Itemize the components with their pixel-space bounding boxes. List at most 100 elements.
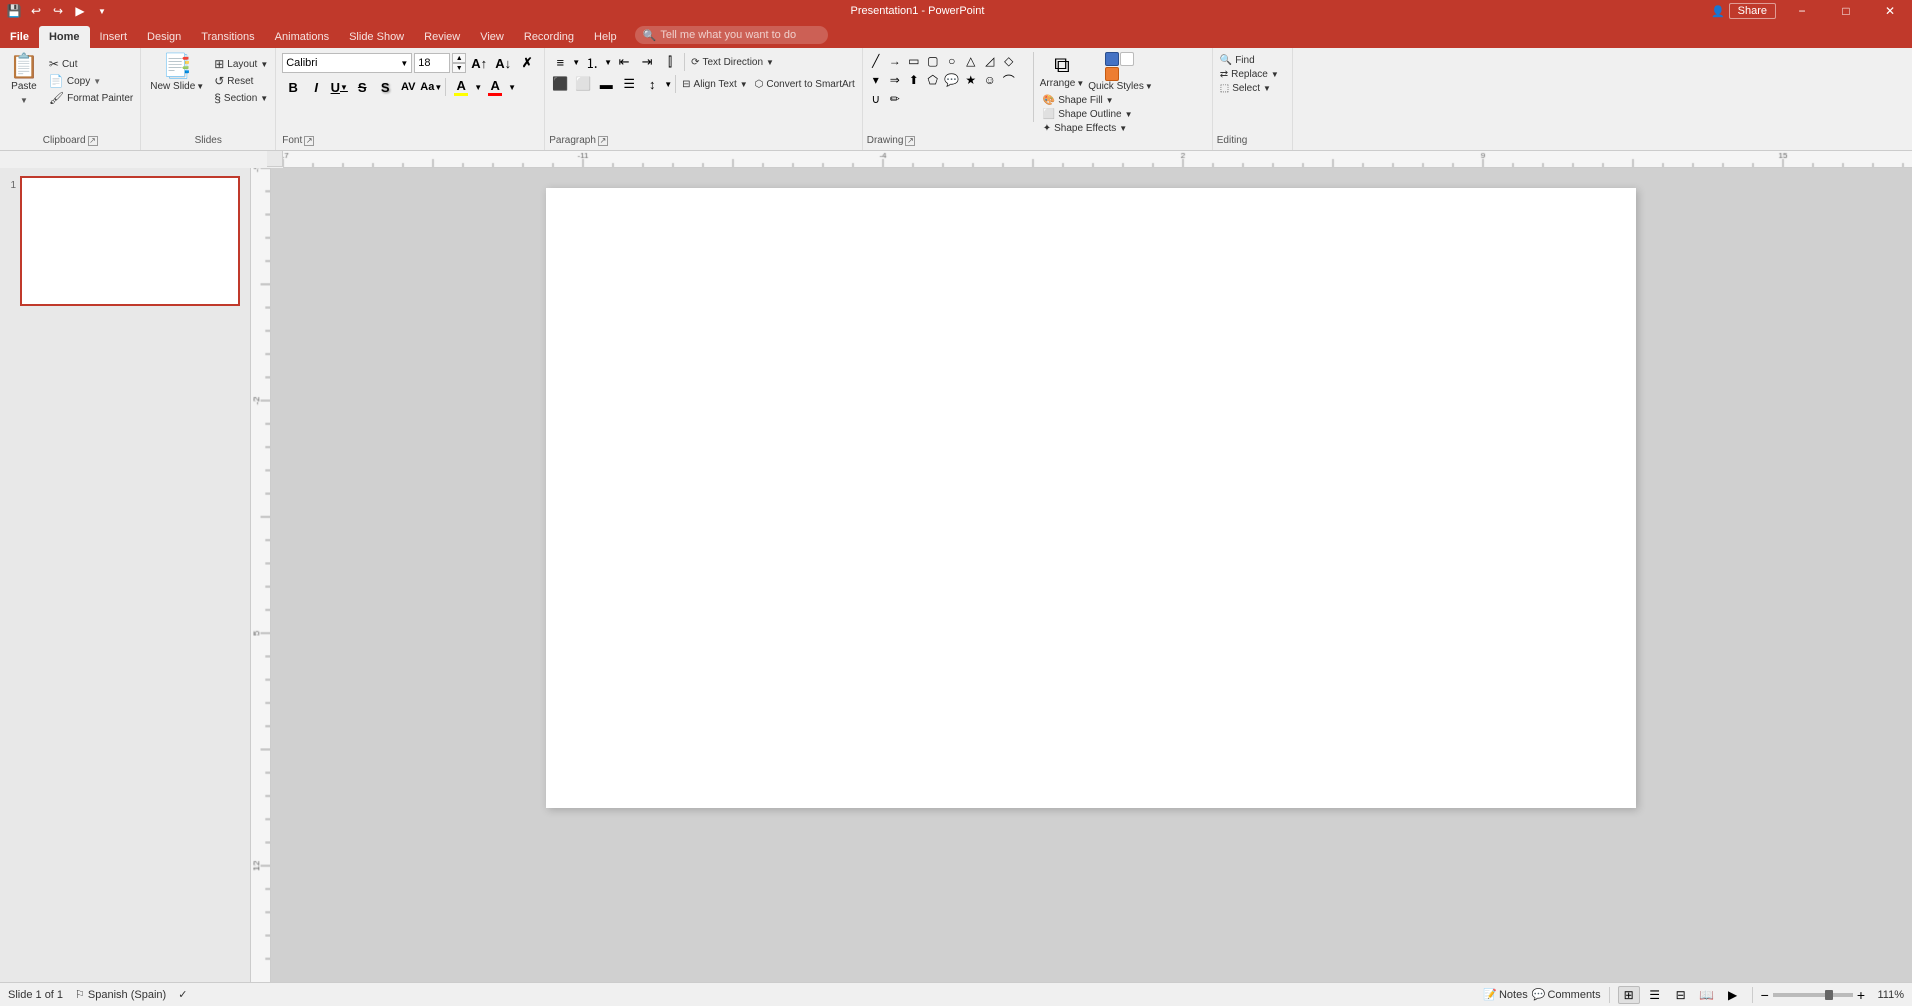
connector-button[interactable]: ⌒ bbox=[1000, 71, 1018, 89]
change-case-button[interactable]: Aa▼ bbox=[420, 76, 442, 98]
arrow-shape-button[interactable]: → bbox=[886, 52, 904, 70]
font-size-input[interactable]: 18 bbox=[414, 53, 450, 73]
numbering-button[interactable]: ⒈ bbox=[581, 52, 603, 72]
zoom-in-button[interactable]: + bbox=[1857, 987, 1865, 1003]
tab-help[interactable]: Help bbox=[584, 26, 627, 48]
underline-dropdown[interactable]: ▼ bbox=[340, 83, 348, 92]
redo-button[interactable]: ↪ bbox=[48, 2, 68, 20]
shape-outline-dropdown[interactable]: ▼ bbox=[1125, 110, 1133, 119]
replace-dropdown[interactable]: ▼ bbox=[1271, 70, 1279, 79]
undo-button[interactable]: ↩ bbox=[26, 2, 46, 20]
find-button[interactable]: 🔍 Find bbox=[1217, 54, 1288, 67]
shape-effects-button[interactable]: ✦ Shape Effects ▼ bbox=[1040, 122, 1208, 135]
rounded-rect-shape-button[interactable]: ▢ bbox=[924, 52, 942, 70]
font-size-increase-button[interactable]: ▲ bbox=[452, 53, 466, 63]
smiley-button[interactable]: ☺ bbox=[981, 71, 999, 89]
bullets-button[interactable]: ≡ bbox=[549, 52, 571, 72]
font-color-button[interactable]: A bbox=[483, 76, 507, 98]
outline-view-button[interactable]: ☰ bbox=[1644, 986, 1666, 1004]
cut-button[interactable]: ✂ Cut bbox=[46, 56, 136, 72]
share-button[interactable]: Share bbox=[1729, 3, 1776, 19]
copy-button[interactable]: 📄 Copy ▼ bbox=[46, 73, 136, 89]
bold-button[interactable]: B bbox=[282, 76, 304, 98]
comments-button[interactable]: 💬 Comments bbox=[1532, 988, 1601, 1001]
arrange-button[interactable]: ⧉ Arrange ▼ bbox=[1040, 52, 1085, 89]
clipboard-expand[interactable]: ↗ bbox=[88, 136, 98, 146]
quick-styles-dropdown[interactable]: ▼ bbox=[1145, 82, 1153, 91]
rect-shape-button[interactable]: ▭ bbox=[905, 52, 923, 70]
bullets-dropdown[interactable]: ▼ bbox=[572, 58, 580, 67]
convert-smartart-button[interactable]: ⬡ Convert to SmartArt bbox=[752, 78, 858, 91]
arc-button[interactable]: ∪ bbox=[867, 90, 885, 108]
font-name-dropdown[interactable]: ▼ bbox=[400, 59, 408, 68]
new-slide-dropdown[interactable]: ▼ bbox=[196, 82, 204, 91]
text-dir-dropdown[interactable]: ▼ bbox=[766, 58, 774, 67]
slideshow-view-button[interactable]: ▶ bbox=[1722, 986, 1744, 1004]
save-button[interactable]: 💾 bbox=[4, 2, 24, 20]
font-color-dropdown[interactable]: ▼ bbox=[508, 83, 516, 92]
tab-animations[interactable]: Animations bbox=[265, 26, 339, 48]
columns-button[interactable]: ⫿ bbox=[659, 52, 681, 72]
align-center-button[interactable]: ⬜ bbox=[572, 74, 594, 94]
oval-shape-button[interactable]: ○ bbox=[943, 52, 961, 70]
align-right-button[interactable]: ▬ bbox=[595, 74, 617, 94]
decrease-font-button[interactable]: A↓ bbox=[492, 52, 514, 74]
tab-design[interactable]: Design bbox=[137, 26, 191, 48]
pentagon-button[interactable]: ⬠ bbox=[924, 71, 942, 89]
align-text-button[interactable]: ⊟ Align Text ▼ bbox=[679, 78, 751, 91]
zoom-slider[interactable] bbox=[1773, 993, 1853, 997]
replace-button[interactable]: ⇄ Replace ▼ bbox=[1217, 68, 1288, 81]
increase-font-button[interactable]: A↑ bbox=[468, 52, 490, 74]
shape-effects-dropdown[interactable]: ▼ bbox=[1119, 124, 1127, 133]
text-direction-button[interactable]: ⟳ Text Direction ▼ bbox=[688, 56, 777, 69]
char-spacing-button[interactable]: AV bbox=[397, 76, 419, 98]
new-slide-button[interactable]: 📑 New Slide ▼ bbox=[145, 52, 209, 95]
line-spacing-button[interactable]: ↕ bbox=[641, 74, 663, 94]
triangle-shape-button[interactable]: △ bbox=[962, 52, 980, 70]
canvas-area[interactable] bbox=[271, 168, 1912, 982]
more-shapes-button[interactable]: ▾ bbox=[867, 71, 885, 89]
notes-button[interactable]: 📝 Notes bbox=[1483, 988, 1527, 1001]
font-expand[interactable]: ↗ bbox=[304, 136, 314, 146]
font-name-input[interactable]: Calibri ▼ bbox=[282, 53, 412, 73]
tell-me-input[interactable] bbox=[660, 29, 820, 41]
quick-styles-button[interactable]: Quick Styles ▼ bbox=[1088, 52, 1153, 92]
tab-view[interactable]: View bbox=[470, 26, 514, 48]
freeform-button[interactable]: ✏ bbox=[886, 90, 904, 108]
minimize-button[interactable]: − bbox=[1780, 0, 1824, 22]
star-button[interactable]: ★ bbox=[962, 71, 980, 89]
clear-format-button[interactable]: ✗ bbox=[516, 52, 538, 74]
format-painter-button[interactable]: 🖌 Format Painter bbox=[46, 90, 136, 106]
font-size-decrease-button[interactable]: ▼ bbox=[452, 63, 466, 73]
align-text-dropdown[interactable]: ▼ bbox=[740, 80, 748, 89]
paste-dropdown[interactable]: ▼ bbox=[6, 95, 42, 105]
section-dropdown[interactable]: ▼ bbox=[260, 94, 268, 103]
presentation-button[interactable]: ▶ bbox=[70, 2, 90, 20]
paste-button[interactable]: 📋 Paste bbox=[4, 52, 44, 95]
justify-button[interactable]: ☰ bbox=[618, 74, 640, 94]
shape-fill-dropdown[interactable]: ▼ bbox=[1106, 96, 1114, 105]
highlight-dropdown[interactable]: ▼ bbox=[474, 83, 482, 92]
italic-button[interactable]: I bbox=[305, 76, 327, 98]
shape-fill-button[interactable]: 🎨 Shape Fill ▼ bbox=[1040, 94, 1208, 107]
increase-indent-button[interactable]: ⇥ bbox=[636, 52, 658, 72]
close-button[interactable]: ✕ bbox=[1868, 0, 1912, 22]
strikethrough-button[interactable]: S bbox=[351, 76, 373, 98]
arrow2-shape-button[interactable]: ⇒ bbox=[886, 71, 904, 89]
select-dropdown[interactable]: ▼ bbox=[1263, 84, 1271, 93]
reading-view-button[interactable]: 📖 bbox=[1696, 986, 1718, 1004]
block-arrow-button[interactable]: ⬆ bbox=[905, 71, 923, 89]
right-triangle-shape-button[interactable]: ◿ bbox=[981, 52, 999, 70]
section-button[interactable]: § Section ▼ bbox=[211, 90, 271, 106]
decrease-indent-button[interactable]: ⇤ bbox=[613, 52, 635, 72]
line-spacing-dropdown[interactable]: ▼ bbox=[664, 80, 672, 89]
tab-file[interactable]: File bbox=[0, 26, 39, 48]
line-shape-button[interactable]: ╱ bbox=[867, 52, 885, 70]
reset-button[interactable]: ↺ Reset bbox=[211, 73, 271, 89]
text-shadow-button[interactable]: S bbox=[374, 76, 396, 98]
paragraph-expand[interactable]: ↗ bbox=[598, 136, 608, 146]
align-left-button[interactable]: ⬛ bbox=[549, 74, 571, 94]
font-highlight-button[interactable]: A bbox=[449, 76, 473, 98]
callout-button[interactable]: 💬 bbox=[943, 71, 961, 89]
drawing-expand[interactable]: ↗ bbox=[905, 136, 915, 146]
